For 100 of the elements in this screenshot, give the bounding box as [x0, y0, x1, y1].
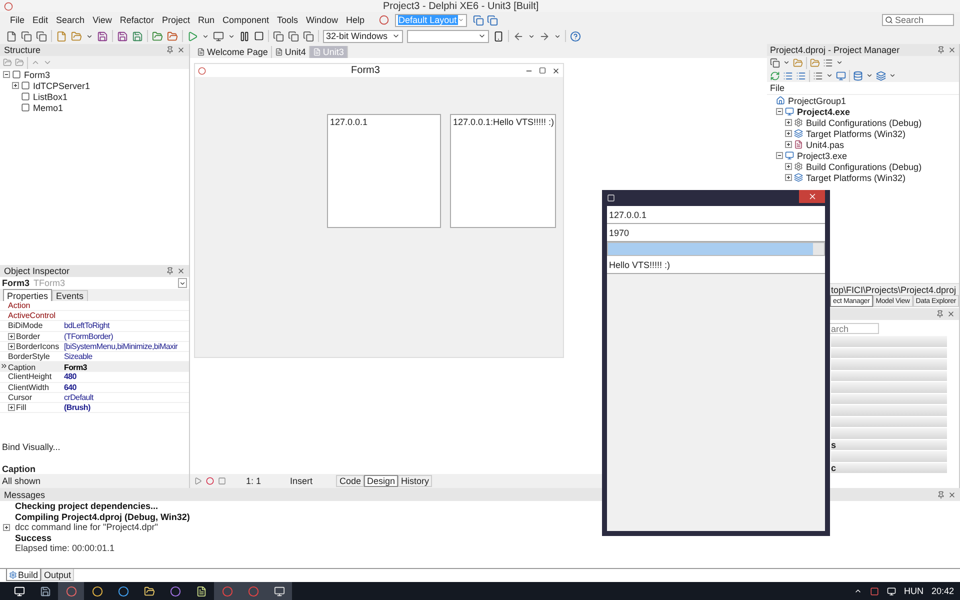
property-row[interactable]: Border (TFormBorder)	[0, 332, 189, 342]
window-icon[interactable]	[274, 586, 284, 596]
pause-icon[interactable]	[239, 30, 250, 42]
save-icon[interactable]	[97, 30, 108, 42]
tree-item[interactable]: ListBox1	[32, 92, 69, 102]
window-icon[interactable]	[472, 14, 484, 26]
view-tab[interactable]: Code	[336, 475, 364, 487]
new-file-icon[interactable]	[56, 30, 67, 42]
pin-icon[interactable]	[936, 310, 944, 318]
property-value[interactable]: (Brush)	[64, 402, 189, 412]
menu-item[interactable]: Help	[342, 15, 369, 25]
phone-icon[interactable]	[493, 30, 504, 42]
collapse-icon[interactable]	[776, 108, 783, 115]
screen-icon[interactable]	[836, 70, 846, 80]
property-row[interactable]: ActiveControl	[0, 311, 189, 322]
bind-visually-link[interactable]: Bind Visually...	[0, 440, 189, 454]
tab[interactable]: Properties	[3, 289, 52, 301]
notepad-icon[interactable]	[196, 586, 206, 596]
tree-item[interactable]: Unit4.pas	[805, 140, 846, 150]
expand-icon[interactable]	[8, 342, 15, 350]
tree-item[interactable]: Form3	[23, 70, 52, 80]
tree-item[interactable]: Project4.exe	[796, 106, 852, 116]
forward-icon[interactable]	[539, 30, 550, 42]
dropdown-icon[interactable]	[889, 72, 896, 79]
menu-item[interactable]: Refactor	[116, 15, 158, 25]
record-icon[interactable]	[206, 477, 214, 485]
menu-item[interactable]: Edit	[28, 15, 52, 25]
windows-icon[interactable]	[273, 30, 284, 42]
search-field[interactable]: arch	[829, 323, 879, 334]
expand-icon[interactable]	[12, 82, 19, 89]
text-field[interactable]: 1970	[607, 224, 825, 242]
menu-item[interactable]: Run	[194, 15, 218, 25]
back-icon[interactable]	[513, 30, 524, 42]
dropdown-icon[interactable]	[866, 72, 873, 79]
dropdown-icon[interactable]	[202, 32, 209, 40]
window-icon[interactable]	[486, 14, 498, 26]
column-header[interactable]: File	[767, 82, 959, 95]
close-icon[interactable]	[947, 310, 955, 318]
property-value[interactable]: (TFormBorder)	[64, 332, 189, 341]
property-value[interactable]: [biSystemMenu,biMinimize,biMaxir	[64, 342, 189, 351]
tree-item[interactable]: Target Platforms (Win32)	[805, 172, 907, 182]
keyboard-language[interactable]: HUN	[904, 586, 924, 596]
help-icon[interactable]	[570, 30, 581, 42]
property-row[interactable]: Action	[0, 301, 189, 312]
windows-icon[interactable]	[21, 30, 32, 42]
window-icon[interactable]	[770, 58, 780, 68]
tree-item[interactable]: Memo1	[32, 102, 64, 112]
pin-icon[interactable]	[166, 267, 174, 275]
database-icon[interactable]	[853, 70, 863, 80]
show-hidden-icons-icon[interactable]	[854, 587, 862, 595]
expand-icon[interactable]	[3, 524, 10, 531]
menu-item[interactable]: Window	[302, 15, 342, 25]
text-field[interactable]: 127.0.0.1	[607, 206, 825, 224]
property-row[interactable]: BorderStyle Sizeable	[0, 352, 189, 362]
save-icon[interactable]	[117, 30, 128, 42]
bottom-tab[interactable]: Output	[41, 569, 74, 581]
expand-icon[interactable]	[8, 404, 15, 411]
play-icon[interactable]	[194, 477, 202, 485]
refresh-icon[interactable]	[770, 70, 780, 80]
windows-icon[interactable]	[288, 30, 299, 42]
new-file-icon[interactable]	[6, 30, 17, 42]
screen-icon[interactable]	[213, 30, 224, 42]
property-row[interactable]: Cursor crDefault	[0, 392, 189, 403]
pin-icon[interactable]	[937, 46, 945, 54]
close-icon[interactable]	[177, 267, 185, 275]
pin-icon[interactable]	[166, 46, 174, 54]
property-value[interactable]: Sizeable	[64, 352, 189, 362]
save-icon[interactable]	[132, 30, 143, 42]
expand-icon[interactable]	[785, 174, 792, 181]
expand-icon[interactable]	[785, 141, 792, 148]
dropdown-icon[interactable]	[554, 32, 561, 40]
property-row[interactable]: Caption Form3	[0, 362, 189, 372]
property-row[interactable]: BiDiMode bdLeftToRight	[0, 321, 189, 332]
view-tab[interactable]: Design	[364, 475, 398, 487]
dropdown-icon[interactable]	[783, 59, 790, 66]
menu-item[interactable]: Search	[52, 15, 89, 25]
expand-icon[interactable]	[785, 119, 792, 126]
expand-icon[interactable]	[785, 163, 792, 170]
dropdown-icon[interactable]	[86, 32, 93, 40]
palette-row[interactable]: c	[831, 462, 947, 473]
menu-item[interactable]: Tools	[273, 15, 302, 25]
close-icon[interactable]	[948, 490, 956, 498]
list-box[interactable]: 127.0.0.1	[327, 114, 441, 228]
list-item[interactable]: 127.0.0.1	[330, 117, 438, 127]
memo-field[interactable]: 127.0.0.1:Hello VTS!!!!! :)	[450, 114, 556, 228]
property-value[interactable]: 640	[64, 382, 189, 392]
windows-icon[interactable]	[303, 30, 314, 42]
close-button[interactable]	[799, 190, 825, 203]
list-icon[interactable]	[823, 58, 833, 68]
windows-icon[interactable]	[36, 30, 47, 42]
tree-item[interactable]: Build Configurations (Debug)	[805, 118, 923, 128]
view-tab[interactable]: History	[398, 475, 432, 487]
tree-item[interactable]: Project3.exe	[796, 150, 848, 160]
search-field[interactable]: Search	[882, 14, 954, 26]
property-value[interactable]: 480	[64, 372, 189, 382]
property-value[interactable]: bdLeftToRight	[64, 321, 189, 330]
menu-item[interactable]: Project	[158, 15, 194, 25]
collapse-icon[interactable]	[776, 152, 783, 159]
property-row[interactable]: Fill (Brush)	[0, 402, 189, 414]
palette-row[interactable]: s	[831, 440, 947, 450]
